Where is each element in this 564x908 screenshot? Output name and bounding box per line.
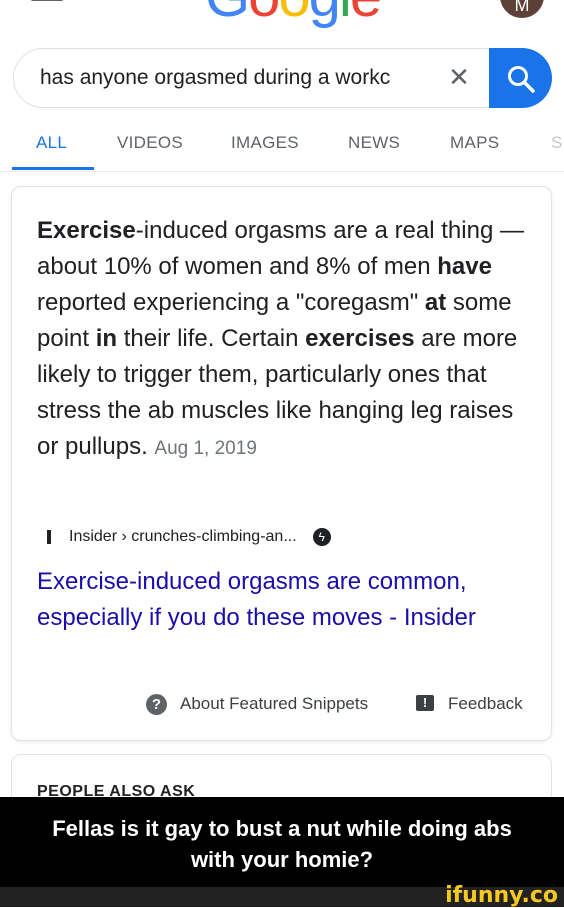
logo-letter: g: [309, 0, 341, 29]
hamburger-icon[interactable]: [31, 0, 63, 14]
logo-letter: o: [248, 0, 280, 29]
tab-maps[interactable]: MAPS: [450, 133, 499, 153]
snippet-segment: reported experiencing a "coregasm": [37, 289, 425, 316]
avatar[interactable]: M: [500, 0, 544, 18]
result-source[interactable]: Insider › crunches-climbing-an... ϟ: [37, 528, 527, 546]
snippet-highlight: in: [95, 325, 118, 352]
feedback-icon[interactable]: !: [416, 695, 434, 711]
snippet-highlight: exercises: [305, 325, 415, 352]
search-button[interactable]: [489, 48, 552, 108]
snippet-highlight: at: [424, 289, 447, 316]
search-input[interactable]: has anyone orgasmed during a workc: [40, 66, 430, 90]
snippet-segment: their life. Certain: [117, 325, 306, 352]
result-title-link[interactable]: Exercise-induced orgasms are common, esp…: [37, 564, 527, 636]
search-icon: [508, 66, 535, 93]
caption-line-1: Fellas is it gay to bust a nut while doi…: [52, 816, 512, 841]
snippet-text: Exercise-induced orgasms are a real thin…: [37, 213, 527, 467]
search-box: has anyone orgasmed during a workc ✕: [13, 48, 552, 108]
search-tabs: ALL VIDEOS IMAGES NEWS MAPS S: [0, 120, 564, 172]
snippet-highlight: have: [437, 253, 492, 280]
amp-icon: ϟ: [312, 528, 331, 546]
active-tab-indicator: [12, 167, 94, 170]
ifunny-watermark: ifunny.co: [445, 883, 558, 908]
feedback-link[interactable]: Feedback: [448, 694, 523, 714]
logo-letter: l: [339, 0, 352, 29]
caption-line-2: with your homie?: [190, 847, 374, 872]
about-featured-snippets-link[interactable]: About Featured Snippets: [180, 694, 368, 714]
google-logo[interactable]: Google: [205, 0, 382, 29]
logo-letter: e: [350, 0, 382, 29]
top-bar: Google M: [0, 0, 564, 40]
tab-all[interactable]: ALL: [36, 133, 67, 153]
snippet-footer: ? About Featured Snippets ! Feedback: [12, 687, 551, 721]
tab-news[interactable]: NEWS: [348, 133, 400, 153]
insider-favicon: [47, 530, 51, 544]
snippet-highlight: Exercise: [37, 217, 136, 244]
featured-snippet-card: Exercise-induced orgasms are a real thin…: [11, 186, 552, 741]
source-site: Insider: [69, 528, 118, 546]
meme-caption: Fellas is it gay to bust a nut while doi…: [0, 797, 564, 887]
tab-images[interactable]: IMAGES: [231, 133, 299, 153]
tab-shopping[interactable]: S: [551, 133, 563, 153]
logo-letter: G: [205, 0, 250, 29]
clear-icon[interactable]: ✕: [446, 63, 472, 91]
watermark-bar: ifunny.co: [0, 883, 564, 908]
help-icon[interactable]: ?: [146, 694, 167, 715]
logo-letter: o: [278, 0, 310, 29]
source-path: › crunches-climbing-an...: [121, 528, 297, 546]
tab-videos[interactable]: VIDEOS: [117, 133, 183, 153]
snippet-date: Aug 1, 2019: [154, 438, 257, 459]
